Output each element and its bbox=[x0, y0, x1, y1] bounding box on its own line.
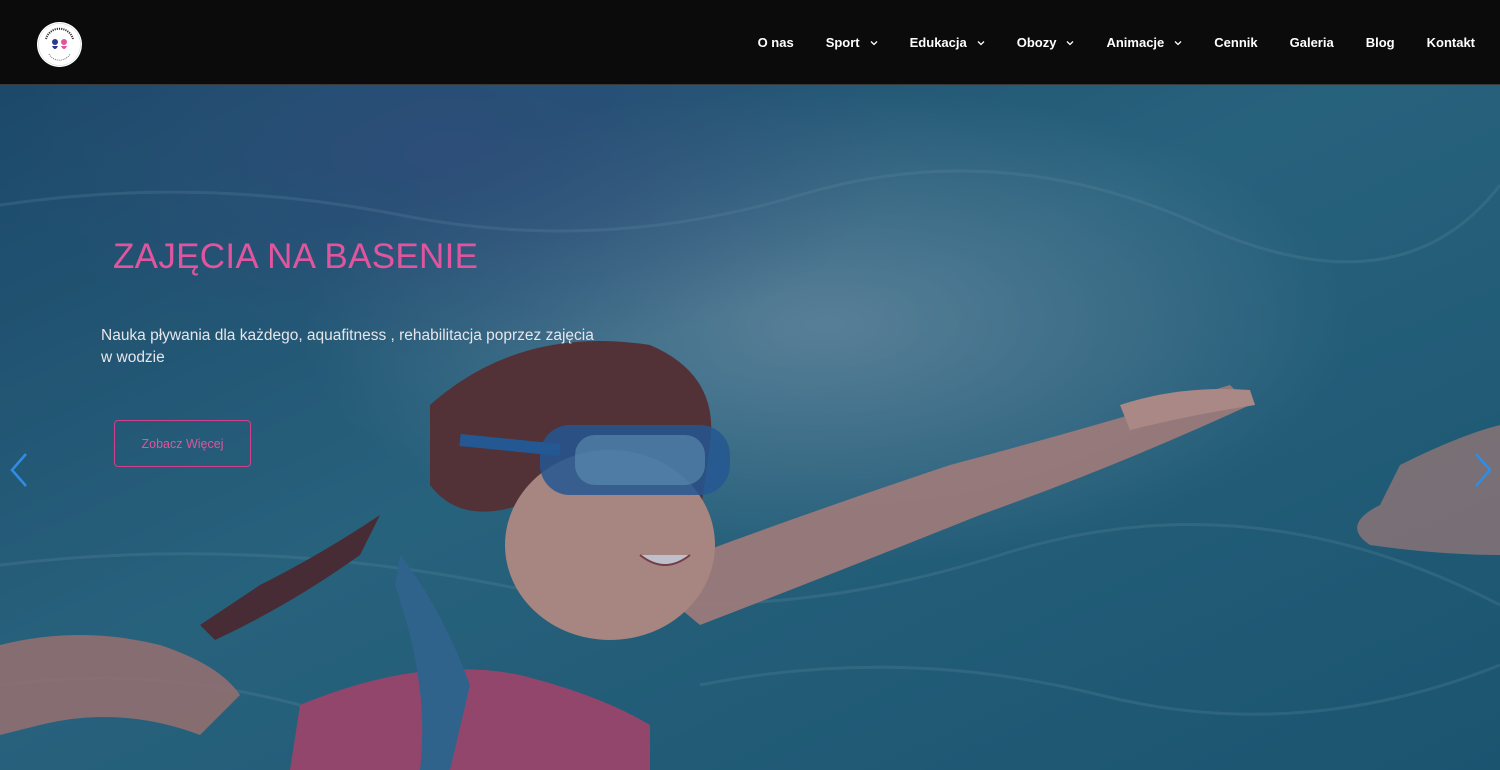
nav-item-obozy[interactable]: Obozy bbox=[1017, 35, 1075, 50]
nav-item-blog[interactable]: Blog bbox=[1366, 35, 1395, 50]
nav-item-label: Sport bbox=[825, 35, 860, 50]
hero-title: ZAJĘCIA NA BASENIE bbox=[113, 237, 479, 276]
nav-item-label: Edukacja bbox=[909, 35, 967, 50]
nav-item-o-nas[interactable]: O nas bbox=[758, 35, 794, 50]
nav-item-cennik[interactable]: Cennik bbox=[1214, 35, 1257, 50]
slider-prev-button[interactable] bbox=[8, 450, 30, 490]
nav-item-label: Blog bbox=[1365, 35, 1395, 50]
nav-item-animacje[interactable]: Animacje bbox=[1106, 35, 1182, 50]
nav-item-edukacja[interactable]: Edukacja bbox=[910, 35, 985, 50]
chevron-down-icon bbox=[870, 39, 878, 47]
chevron-right-icon bbox=[1475, 453, 1492, 487]
nav-item-kontakt[interactable]: Kontakt bbox=[1427, 35, 1475, 50]
nav-item-label: Obozy bbox=[1016, 35, 1057, 50]
chevron-left-icon bbox=[10, 453, 27, 487]
nav-item-label: O nas bbox=[757, 35, 794, 50]
nav-item-label: Animacje bbox=[1106, 35, 1165, 50]
chevron-down-icon bbox=[1174, 39, 1182, 47]
site-logo[interactable] bbox=[37, 22, 82, 67]
hero-slider: ZAJĘCIA NA BASENIE Nauka pływania dla ka… bbox=[0, 85, 1500, 770]
nav-item-label: Kontakt bbox=[1426, 35, 1475, 50]
nav-item-label: Galeria bbox=[1289, 35, 1334, 50]
nav-item-sport[interactable]: Sport bbox=[826, 35, 878, 50]
site-header: O nas Sport Edukacja Obozy Animacje Cenn… bbox=[0, 0, 1500, 85]
see-more-button[interactable]: Zobacz Więcej bbox=[114, 420, 251, 467]
chevron-down-icon bbox=[977, 39, 985, 47]
main-nav: O nas Sport Edukacja Obozy Animacje Cenn… bbox=[758, 0, 1475, 85]
nav-item-label: Cennik bbox=[1214, 35, 1258, 50]
chevron-down-icon bbox=[1066, 39, 1074, 47]
hero-description: Nauka pływania dla każdego, aquafitness … bbox=[101, 327, 594, 366]
nav-item-galeria[interactable]: Galeria bbox=[1290, 35, 1334, 50]
champion-academy-logo-icon bbox=[38, 23, 81, 66]
slider-next-button[interactable] bbox=[1472, 450, 1494, 490]
